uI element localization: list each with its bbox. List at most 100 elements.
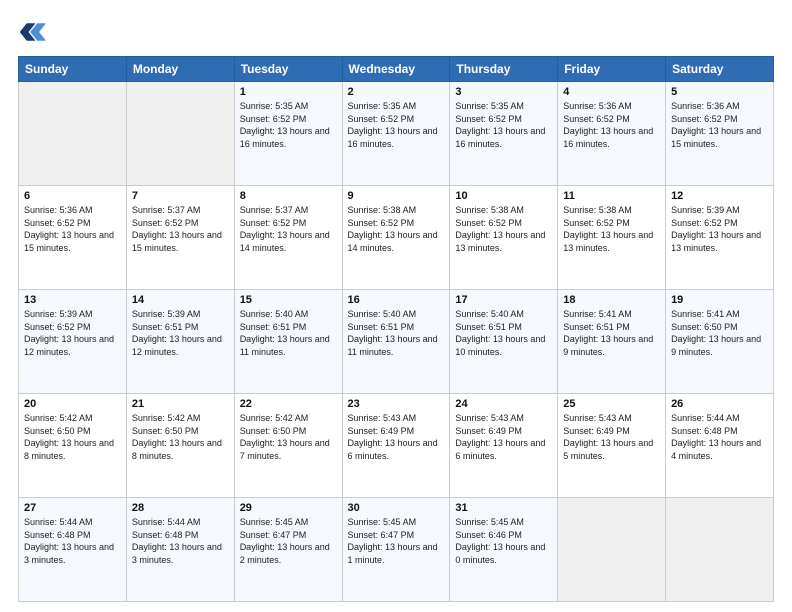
cell-w2-d5: 11Sunrise: 5:38 AM Sunset: 6:52 PM Dayli… xyxy=(558,186,666,290)
cell-w4-d0: 20 Sunrise: 5:42 AM Sunset: 6:50 PM Dayli… xyxy=(19,394,127,498)
day-info: Sunrise: 5:43 AM Sunset: 6:49 PM Dayligh… xyxy=(563,412,660,462)
day-number: 14 xyxy=(132,294,229,306)
cell-w2-d3: 9 Sunrise: 5:38 AM Sunset: 6:52 PM Daylig… xyxy=(342,186,450,290)
day-number: 3 xyxy=(455,86,552,98)
col-sunday: Sunday xyxy=(19,57,127,82)
cell-w1-d0 xyxy=(19,82,127,186)
day-info: Sunrise: 5:36 AM Sunset: 6:52 PM Dayligh… xyxy=(671,100,768,150)
col-saturday: Saturday xyxy=(666,57,774,82)
day-info: Sunrise: 5:37 AM Sunset: 6:52 PM Dayligh… xyxy=(240,204,337,254)
day-info: Sunrise: 5:38 AM Sunset: 6:52 PM Dayligh… xyxy=(455,204,552,254)
day-info: Sunrise: 5:43 AM Sunset: 6:49 PM Dayligh… xyxy=(455,412,552,462)
day-info: Sunrise: 5:41 AM Sunset: 6:50 PM Dayligh… xyxy=(671,308,768,358)
cell-w5-d3: 30 Sunrise: 5:45 AM Sunset: 6:47 PM Dayli… xyxy=(342,498,450,602)
cell-w3-d3: 16 Sunrise: 5:40 AM Sunset: 6:51 PM Dayli… xyxy=(342,290,450,394)
day-number: 27 xyxy=(24,502,121,514)
cell-w4-d4: 24Sunrise: 5:43 AM Sunset: 6:49 PM Dayli… xyxy=(450,394,558,498)
day-number: 20 xyxy=(24,398,121,410)
day-number: 28 xyxy=(132,502,229,514)
day-number: 29 xyxy=(240,502,337,514)
cell-w5-d5 xyxy=(558,498,666,602)
day-number: 21 xyxy=(132,398,229,410)
logo-icon xyxy=(18,18,46,46)
cell-w2-d1: 7Sunrise: 5:37 AM Sunset: 6:52 PM Daylig… xyxy=(126,186,234,290)
day-info: Sunrise: 5:35 AM Sunset: 6:52 PM Dayligh… xyxy=(240,100,337,150)
cell-w4-d5: 25 Sunrise: 5:43 AM Sunset: 6:49 PM Dayli… xyxy=(558,394,666,498)
day-number: 8 xyxy=(240,190,337,202)
logo xyxy=(18,18,50,46)
cell-w4-d2: 22 Sunrise: 5:42 AM Sunset: 6:50 PM Dayli… xyxy=(234,394,342,498)
day-number: 6 xyxy=(24,190,121,202)
day-number: 10 xyxy=(455,190,552,202)
day-number: 1 xyxy=(240,86,337,98)
cell-w3-d2: 15Sunrise: 5:40 AM Sunset: 6:51 PM Dayli… xyxy=(234,290,342,394)
week-row-2: 6 Sunrise: 5:36 AM Sunset: 6:52 PM Daylig… xyxy=(19,186,774,290)
cell-w2-d6: 12 Sunrise: 5:39 AM Sunset: 6:52 PM Dayli… xyxy=(666,186,774,290)
page: Sunday Monday Tuesday Wednesday Thursday… xyxy=(0,0,792,612)
day-info: Sunrise: 5:40 AM Sunset: 6:51 PM Dayligh… xyxy=(455,308,552,358)
day-info: Sunrise: 5:41 AM Sunset: 6:51 PM Dayligh… xyxy=(563,308,660,358)
cell-w3-d1: 14 Sunrise: 5:39 AM Sunset: 6:51 PM Dayli… xyxy=(126,290,234,394)
header xyxy=(18,18,774,46)
col-friday: Friday xyxy=(558,57,666,82)
day-number: 22 xyxy=(240,398,337,410)
cell-w4-d6: 26 Sunrise: 5:44 AM Sunset: 6:48 PM Dayli… xyxy=(666,394,774,498)
day-info: Sunrise: 5:45 AM Sunset: 6:47 PM Dayligh… xyxy=(348,516,445,566)
day-number: 16 xyxy=(348,294,445,306)
week-row-4: 20 Sunrise: 5:42 AM Sunset: 6:50 PM Dayli… xyxy=(19,394,774,498)
day-info: Sunrise: 5:35 AM Sunset: 6:52 PM Dayligh… xyxy=(455,100,552,150)
col-tuesday: Tuesday xyxy=(234,57,342,82)
cell-w1-d5: 4Sunrise: 5:36 AM Sunset: 6:52 PM Daylig… xyxy=(558,82,666,186)
day-number: 12 xyxy=(671,190,768,202)
day-info: Sunrise: 5:40 AM Sunset: 6:51 PM Dayligh… xyxy=(348,308,445,358)
cell-w1-d4: 3 Sunrise: 5:35 AM Sunset: 6:52 PM Daylig… xyxy=(450,82,558,186)
week-row-1: 1 Sunrise: 5:35 AM Sunset: 6:52 PM Daylig… xyxy=(19,82,774,186)
day-number: 17 xyxy=(455,294,552,306)
day-info: Sunrise: 5:42 AM Sunset: 6:50 PM Dayligh… xyxy=(240,412,337,462)
day-info: Sunrise: 5:44 AM Sunset: 6:48 PM Dayligh… xyxy=(24,516,121,566)
day-number: 26 xyxy=(671,398,768,410)
cell-w1-d2: 1 Sunrise: 5:35 AM Sunset: 6:52 PM Daylig… xyxy=(234,82,342,186)
day-number: 25 xyxy=(563,398,660,410)
cell-w2-d0: 6 Sunrise: 5:36 AM Sunset: 6:52 PM Daylig… xyxy=(19,186,127,290)
day-info: Sunrise: 5:39 AM Sunset: 6:52 PM Dayligh… xyxy=(671,204,768,254)
day-number: 4 xyxy=(563,86,660,98)
day-number: 31 xyxy=(455,502,552,514)
cell-w1-d1 xyxy=(126,82,234,186)
day-info: Sunrise: 5:42 AM Sunset: 6:50 PM Dayligh… xyxy=(24,412,121,462)
day-info: Sunrise: 5:39 AM Sunset: 6:52 PM Dayligh… xyxy=(24,308,121,358)
cell-w2-d2: 8 Sunrise: 5:37 AM Sunset: 6:52 PM Daylig… xyxy=(234,186,342,290)
col-thursday: Thursday xyxy=(450,57,558,82)
day-info: Sunrise: 5:44 AM Sunset: 6:48 PM Dayligh… xyxy=(132,516,229,566)
day-number: 19 xyxy=(671,294,768,306)
col-monday: Monday xyxy=(126,57,234,82)
day-number: 18 xyxy=(563,294,660,306)
day-number: 5 xyxy=(671,86,768,98)
cell-w3-d6: 19 Sunrise: 5:41 AM Sunset: 6:50 PM Dayli… xyxy=(666,290,774,394)
cell-w5-d4: 31 Sunrise: 5:45 AM Sunset: 6:46 PM Dayli… xyxy=(450,498,558,602)
calendar-table: Sunday Monday Tuesday Wednesday Thursday… xyxy=(18,56,774,602)
week-row-3: 13 Sunrise: 5:39 AM Sunset: 6:52 PM Dayli… xyxy=(19,290,774,394)
day-info: Sunrise: 5:44 AM Sunset: 6:48 PM Dayligh… xyxy=(671,412,768,462)
cell-w4-d3: 23Sunrise: 5:43 AM Sunset: 6:49 PM Dayli… xyxy=(342,394,450,498)
day-number: 9 xyxy=(348,190,445,202)
col-wednesday: Wednesday xyxy=(342,57,450,82)
day-info: Sunrise: 5:45 AM Sunset: 6:47 PM Dayligh… xyxy=(240,516,337,566)
day-number: 30 xyxy=(348,502,445,514)
cell-w5-d2: 29 Sunrise: 5:45 AM Sunset: 6:47 PM Dayli… xyxy=(234,498,342,602)
cell-w1-d3: 2Sunrise: 5:35 AM Sunset: 6:52 PM Daylig… xyxy=(342,82,450,186)
day-info: Sunrise: 5:38 AM Sunset: 6:52 PM Dayligh… xyxy=(348,204,445,254)
day-number: 2 xyxy=(348,86,445,98)
day-info: Sunrise: 5:39 AM Sunset: 6:51 PM Dayligh… xyxy=(132,308,229,358)
day-number: 23 xyxy=(348,398,445,410)
cell-w3-d4: 17 Sunrise: 5:40 AM Sunset: 6:51 PM Dayli… xyxy=(450,290,558,394)
day-number: 13 xyxy=(24,294,121,306)
cell-w5-d1: 28 Sunrise: 5:44 AM Sunset: 6:48 PM Dayli… xyxy=(126,498,234,602)
day-info: Sunrise: 5:38 AM Sunset: 6:52 PM Dayligh… xyxy=(563,204,660,254)
day-number: 7 xyxy=(132,190,229,202)
calendar-header-row: Sunday Monday Tuesday Wednesday Thursday… xyxy=(19,57,774,82)
day-info: Sunrise: 5:40 AM Sunset: 6:51 PM Dayligh… xyxy=(240,308,337,358)
day-info: Sunrise: 5:36 AM Sunset: 6:52 PM Dayligh… xyxy=(24,204,121,254)
cell-w5-d0: 27 Sunrise: 5:44 AM Sunset: 6:48 PM Dayli… xyxy=(19,498,127,602)
day-info: Sunrise: 5:45 AM Sunset: 6:46 PM Dayligh… xyxy=(455,516,552,566)
